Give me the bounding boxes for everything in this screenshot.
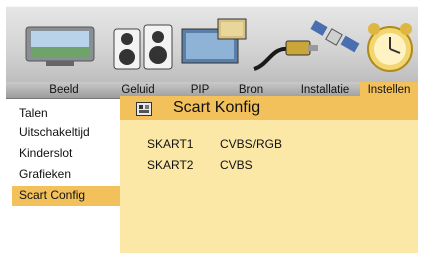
scart-icon xyxy=(136,102,152,116)
scart-config-panel: Scart Konfig SKART1 CVBS/RGB SKART2 CVBS xyxy=(120,96,418,253)
speaker-icon[interactable] xyxy=(108,7,180,83)
menu-item-scart-config[interactable]: Scart Config xyxy=(12,186,120,206)
scart1-label: SKART1 xyxy=(147,137,194,151)
settings-menu: Talen Uitschakeltijd Kinderslot Grafieke… xyxy=(12,104,120,253)
panel-title: Scart Konfig xyxy=(173,99,261,116)
scart2-label: SKART2 xyxy=(147,158,194,172)
tv-icon[interactable] xyxy=(16,7,106,83)
scart1-value[interactable]: CVBS/RGB xyxy=(220,137,282,151)
clock-icon[interactable] xyxy=(354,7,420,83)
panel-header: Scart Konfig xyxy=(120,96,418,120)
pip-icon[interactable] xyxy=(178,7,252,83)
tv-menu-window: Beeld Geluid PIP Bron Installatie Instel… xyxy=(4,0,420,253)
menu-item-grafieken[interactable]: Grafieken xyxy=(12,165,120,185)
menu-item-kinderslot[interactable]: Kinderslot xyxy=(12,144,120,164)
tab-beeld[interactable]: Beeld xyxy=(36,82,92,98)
menu-item-talen[interactable]: Talen xyxy=(12,104,120,124)
scart2-value[interactable]: CVBS xyxy=(220,158,253,172)
menu-item-uitschakeltijd[interactable]: Uitschakeltijd xyxy=(12,123,120,143)
category-icon-strip xyxy=(6,6,418,83)
